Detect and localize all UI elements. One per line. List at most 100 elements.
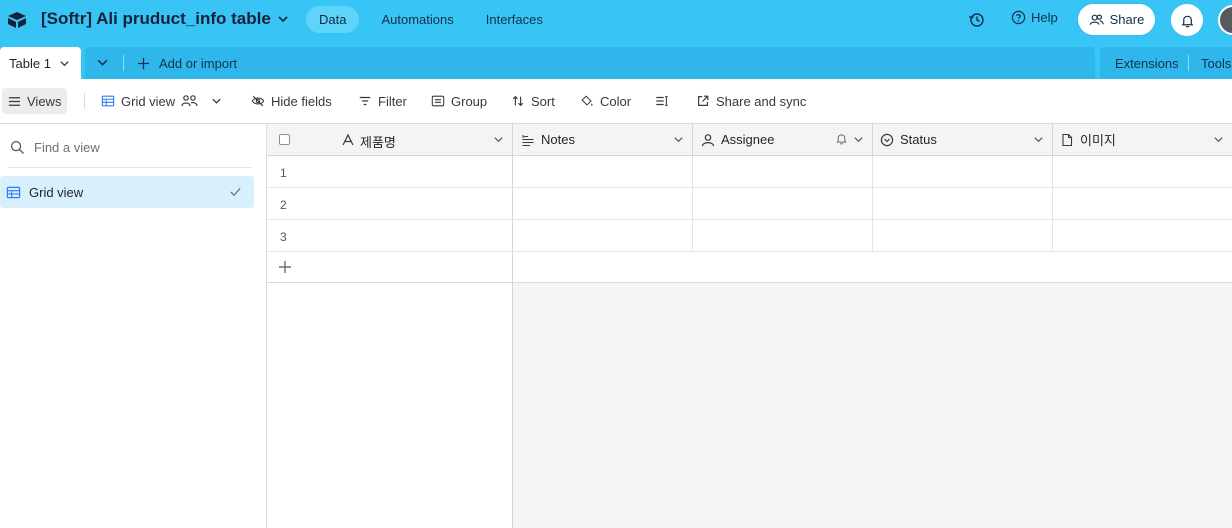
- filter-icon: [359, 96, 371, 106]
- chevron-down-icon[interactable]: [1033, 134, 1044, 145]
- group-icon: [431, 95, 445, 107]
- add-or-import-button[interactable]: Add or import: [137, 47, 237, 79]
- base-title[interactable]: [Softr] Ali pruduct_info table: [41, 9, 289, 29]
- data-grid: 제품명 Notes Assignee Status 이미지 1 2 3: [267, 124, 1232, 528]
- cell-notes[interactable]: [513, 156, 693, 187]
- external-link-icon: [698, 95, 709, 106]
- chevron-down-icon[interactable]: [493, 134, 504, 145]
- status-icon: [880, 133, 894, 146]
- select-all-checkbox[interactable]: [279, 134, 290, 145]
- row-number: 3: [280, 230, 287, 244]
- add-record-row[interactable]: [267, 252, 1232, 283]
- views-sidebar: Find a view Grid view: [0, 124, 267, 528]
- long-text-icon: [522, 134, 534, 146]
- row-number: 2: [280, 198, 287, 212]
- tab-table-1-label: Table 1: [9, 55, 51, 71]
- tools-button[interactable]: Tools: [1201, 47, 1231, 79]
- cell-assignee[interactable]: [693, 156, 873, 187]
- cell-image[interactable]: [1053, 220, 1232, 251]
- nav-data[interactable]: Data: [306, 6, 360, 33]
- text-icon: [342, 133, 354, 146]
- search-icon: [10, 140, 25, 155]
- hide-fields-button[interactable]: Hide fields: [251, 79, 332, 123]
- cell-notes[interactable]: [513, 220, 693, 251]
- bell-icon: [1181, 15, 1193, 27]
- tab-table-1[interactable]: Table 1: [0, 47, 81, 79]
- plus-icon[interactable]: [278, 260, 292, 274]
- nav-automations[interactable]: Automations: [368, 6, 466, 33]
- column-label: 이미지: [1080, 133, 1116, 148]
- top-app-bar: [Softr] Ali pruduct_info table Data Auto…: [0, 0, 1232, 40]
- chevron-down-icon[interactable]: [96, 56, 109, 69]
- column-header-assignee[interactable]: Assignee: [693, 124, 873, 155]
- cell-image[interactable]: [1053, 188, 1232, 219]
- column-label: Assignee: [721, 132, 775, 147]
- current-view-button[interactable]: Grid view: [101, 79, 222, 123]
- sidebar-item-grid-view[interactable]: Grid view: [0, 176, 254, 208]
- cell-status[interactable]: [873, 156, 1053, 187]
- cell-assignee[interactable]: [693, 188, 873, 219]
- sort-label: Sort: [531, 93, 555, 109]
- share-and-sync-button[interactable]: Share and sync: [696, 79, 806, 123]
- chevron-down-icon: [212, 98, 221, 104]
- column-header-notes[interactable]: Notes: [513, 124, 693, 155]
- paint-bucket-icon: [581, 95, 593, 106]
- cell-image[interactable]: [1053, 156, 1232, 187]
- grid-icon: [6, 186, 21, 198]
- primary-cell[interactable]: [267, 156, 513, 187]
- row-height-icon: [656, 96, 668, 106]
- check-icon: [230, 187, 241, 197]
- base-logo-icon[interactable]: [6, 10, 28, 30]
- sort-button[interactable]: Sort: [511, 79, 555, 123]
- chevron-down-icon[interactable]: [853, 134, 864, 145]
- table-row[interactable]: 2: [267, 188, 1232, 220]
- table-row[interactable]: 1: [267, 156, 1232, 188]
- toolbar-divider: [84, 93, 85, 109]
- top-nav: Data Automations Interfaces: [306, 6, 556, 33]
- chevron-down-icon[interactable]: [673, 134, 684, 145]
- primary-cell[interactable]: [267, 220, 513, 251]
- help-button[interactable]: Help: [1011, 10, 1058, 25]
- column-label: 제품명: [360, 135, 396, 150]
- avatar[interactable]: [1218, 5, 1232, 35]
- row-height-button[interactable]: [655, 79, 669, 123]
- column-header-이미지[interactable]: 이미지: [1053, 124, 1232, 155]
- row-number: 1: [280, 166, 287, 180]
- cell-notes[interactable]: [513, 188, 693, 219]
- views-toggle-button[interactable]: Views: [2, 88, 67, 114]
- filter-button[interactable]: Filter: [358, 79, 407, 123]
- group-button[interactable]: Group: [431, 79, 487, 123]
- primary-cell[interactable]: [267, 188, 513, 219]
- chevron-down-icon[interactable]: [1213, 134, 1224, 145]
- find-view-search[interactable]: Find a view: [10, 140, 100, 155]
- base-title-text: [Softr] Ali pruduct_info table: [41, 9, 271, 28]
- color-button[interactable]: Color: [580, 79, 631, 123]
- cell-status[interactable]: [873, 220, 1053, 251]
- nav-interfaces[interactable]: Interfaces: [473, 6, 556, 33]
- history-icon[interactable]: [968, 11, 986, 29]
- help-icon: [1011, 10, 1026, 25]
- notifications-button[interactable]: [1171, 4, 1203, 36]
- cell-status[interactable]: [873, 188, 1053, 219]
- sidebar-divider: [8, 167, 252, 168]
- share-and-sync-label: Share and sync: [716, 93, 807, 109]
- view-toolbar: Views Grid view Hide fields Filter Group…: [0, 79, 1232, 124]
- plus-icon: [137, 57, 150, 69]
- group-label: Group: [451, 93, 488, 109]
- column-header-status[interactable]: Status: [873, 124, 1053, 155]
- chevron-down-icon[interactable]: [59, 58, 70, 69]
- grid-header-row: 제품명 Notes Assignee Status 이미지: [267, 124, 1232, 156]
- column-header-제품명[interactable]: 제품명: [267, 124, 513, 155]
- extensions-button[interactable]: Extensions: [1115, 47, 1179, 79]
- bell-icon[interactable]: [835, 132, 848, 145]
- collaborators-icon: [181, 95, 198, 107]
- find-view-placeholder: Find a view: [34, 140, 100, 155]
- menu-icon: [8, 96, 21, 106]
- color-label: Color: [600, 93, 632, 109]
- help-label: Help: [1031, 10, 1058, 25]
- user-icon: [701, 133, 715, 146]
- tab-divider: [123, 55, 124, 71]
- share-button[interactable]: Share: [1078, 4, 1155, 35]
- cell-assignee[interactable]: [693, 220, 873, 251]
- table-row[interactable]: 3: [267, 220, 1232, 252]
